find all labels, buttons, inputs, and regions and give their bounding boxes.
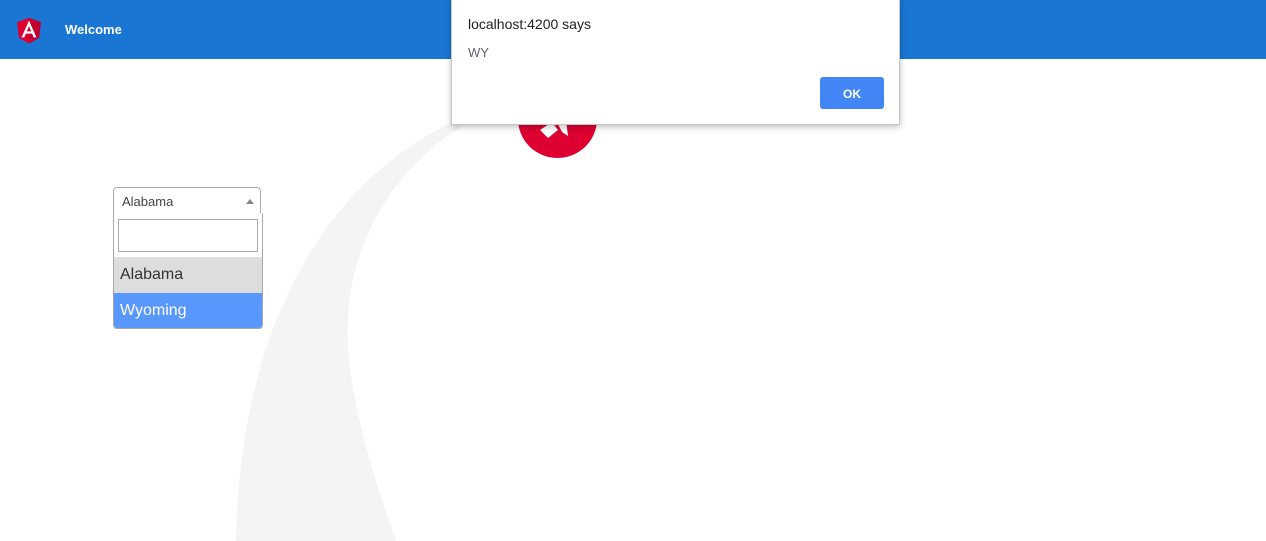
ok-button[interactable]: OK bbox=[820, 77, 884, 109]
caret-up-icon bbox=[246, 199, 254, 204]
state-select-value: Alabama bbox=[122, 194, 174, 209]
alert-dialog: localhost:4200 says WY OK bbox=[451, 0, 900, 125]
alert-message: WY bbox=[468, 45, 489, 60]
state-select[interactable]: Alabama bbox=[113, 187, 261, 214]
state-dropdown-panel: Alabama Wyoming bbox=[113, 213, 263, 329]
state-search-input[interactable] bbox=[118, 219, 258, 252]
angular-logo-icon bbox=[17, 17, 41, 44]
alert-title: localhost:4200 says bbox=[468, 16, 591, 32]
app-page: Welcome Alabama Alabama Wyoming localhos… bbox=[0, 0, 1266, 541]
option-alabama[interactable]: Alabama bbox=[114, 257, 262, 293]
toolbar-title: Welcome bbox=[65, 22, 122, 37]
option-wyoming[interactable]: Wyoming bbox=[114, 293, 262, 328]
